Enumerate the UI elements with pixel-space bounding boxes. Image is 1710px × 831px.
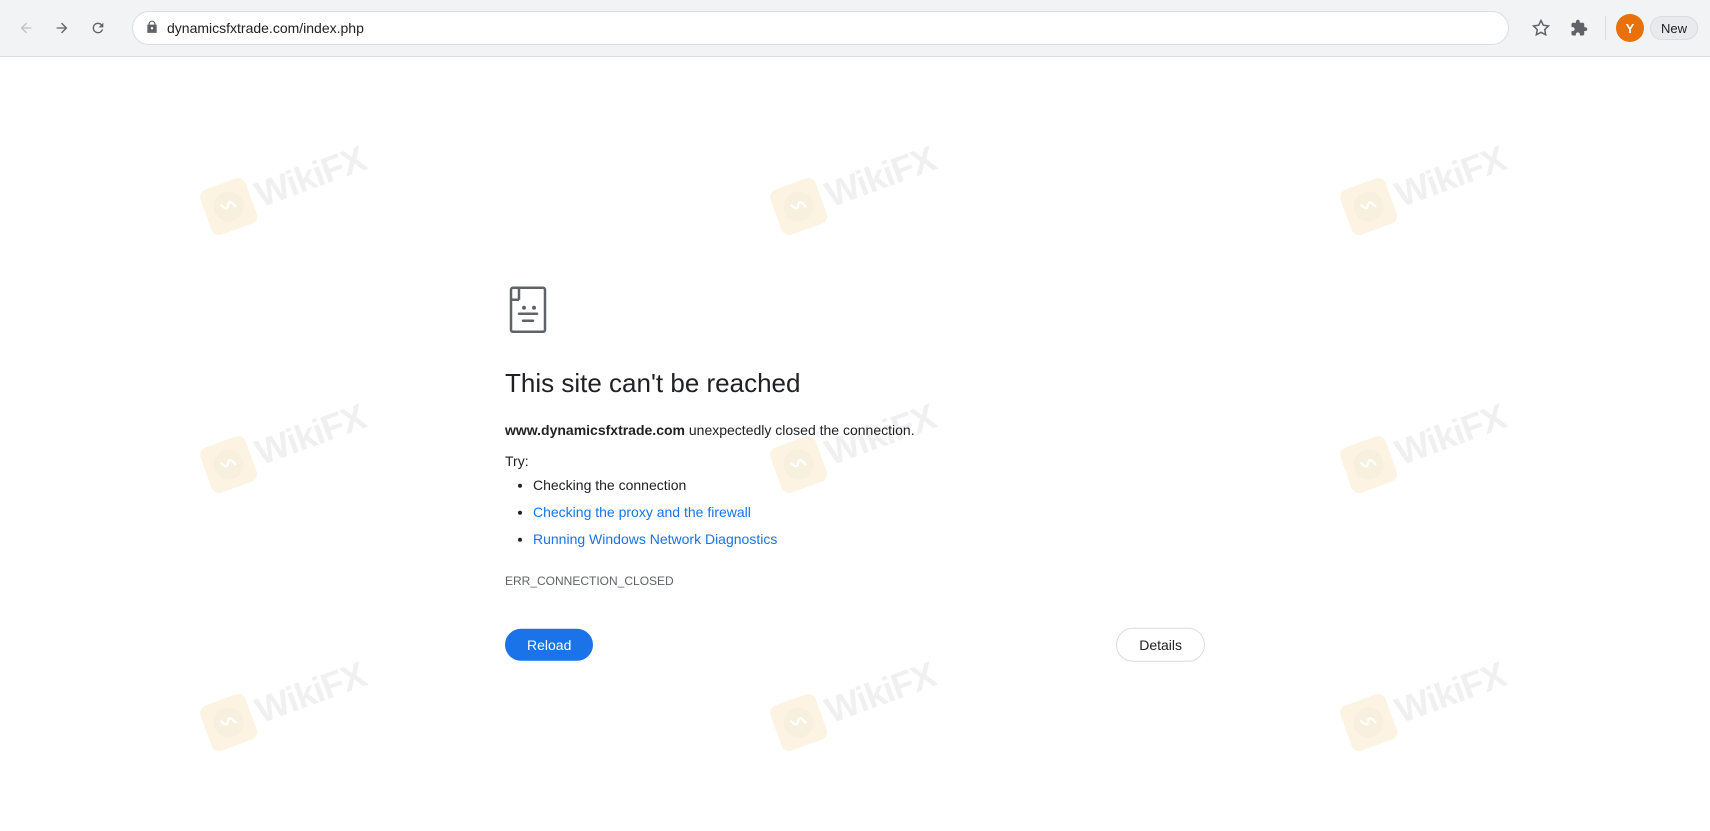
error-content: This site can't be reached www.dynamicsf… (505, 286, 1205, 662)
error-description: www.dynamicsfxtrade.com unexpectedly clo… (505, 419, 915, 441)
toolbar-right: Y New (1525, 12, 1698, 44)
vertical-divider (1605, 16, 1606, 40)
details-button[interactable]: Details (1116, 628, 1205, 662)
list-item: Checking the proxy and the firewall (533, 502, 777, 523)
page-content: WikiFX WikiFX WikiFX WikiFX WikiFX (0, 57, 1710, 831)
error-description-rest: unexpectedly closed the connection. (685, 422, 915, 438)
address-bar[interactable]: dynamicsfxtrade.com/index.php (132, 11, 1509, 45)
nav-buttons (12, 14, 112, 42)
forward-button[interactable] (48, 14, 76, 42)
list-item: Checking the connection (533, 475, 777, 496)
watermark-text: WikiFX (250, 138, 371, 216)
error-code: ERR_CONNECTION_CLOSED (505, 574, 674, 588)
bookmark-button[interactable] (1525, 12, 1557, 44)
reload-button[interactable] (84, 14, 112, 42)
url-text: dynamicsfxtrade.com/index.php (167, 20, 1496, 36)
suggestion-text: Checking the connection (533, 477, 686, 493)
error-suggestions-list: Checking the connection Checking the pro… (505, 475, 777, 556)
error-try-label: Try: (505, 453, 529, 469)
browser-chrome: dynamicsfxtrade.com/index.php Y New (0, 0, 1710, 57)
profile-button[interactable]: Y (1616, 14, 1644, 42)
back-button[interactable] (12, 14, 40, 42)
extensions-button[interactable] (1563, 12, 1595, 44)
network-diagnostics-link[interactable]: Running Windows Network Diagnostics (533, 531, 777, 547)
new-tab-button[interactable]: New (1650, 16, 1698, 40)
proxy-firewall-link[interactable]: Checking the proxy and the firewall (533, 504, 751, 520)
error-page-icon (505, 286, 557, 338)
list-item: Running Windows Network Diagnostics (533, 529, 777, 550)
lock-icon (145, 20, 159, 37)
error-title: This site can't be reached (505, 368, 800, 399)
reload-button[interactable]: Reload (505, 629, 593, 661)
error-domain: www.dynamicsfxtrade.com (505, 422, 685, 438)
error-buttons: Reload Details (505, 628, 1205, 662)
